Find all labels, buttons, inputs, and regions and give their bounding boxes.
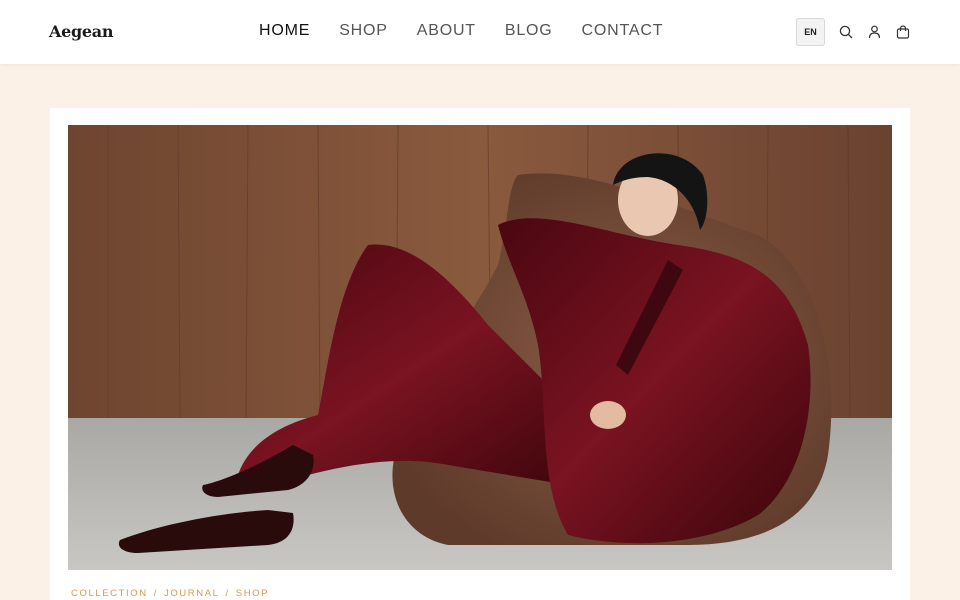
site-logo[interactable]: Aegean (49, 22, 113, 41)
breadcrumb-separator: / (225, 588, 230, 599)
breadcrumb-journal[interactable]: JOURNAL (164, 588, 220, 599)
nav-shop[interactable]: SHOP (339, 22, 388, 40)
cart-icon[interactable] (895, 23, 911, 41)
site-header: Aegean HOME SHOP ABOUT BLOG CONTACT EN (0, 0, 960, 64)
breadcrumb: COLLECTION / JOURNAL / SHOP (71, 588, 269, 599)
breadcrumb-collection[interactable]: COLLECTION (71, 588, 148, 599)
nav-home[interactable]: HOME (259, 22, 310, 40)
main-nav: HOME SHOP ABOUT BLOG CONTACT (259, 22, 663, 40)
user-icon[interactable] (866, 23, 882, 41)
nav-blog[interactable]: BLOG (505, 22, 553, 40)
nav-contact[interactable]: CONTACT (582, 22, 664, 40)
hero-image[interactable] (68, 125, 892, 570)
breadcrumb-shop[interactable]: SHOP (236, 588, 269, 599)
search-icon[interactable] (838, 23, 854, 41)
breadcrumb-separator: / (153, 588, 158, 599)
language-button[interactable]: EN (796, 18, 825, 46)
nav-about[interactable]: ABOUT (417, 22, 476, 40)
